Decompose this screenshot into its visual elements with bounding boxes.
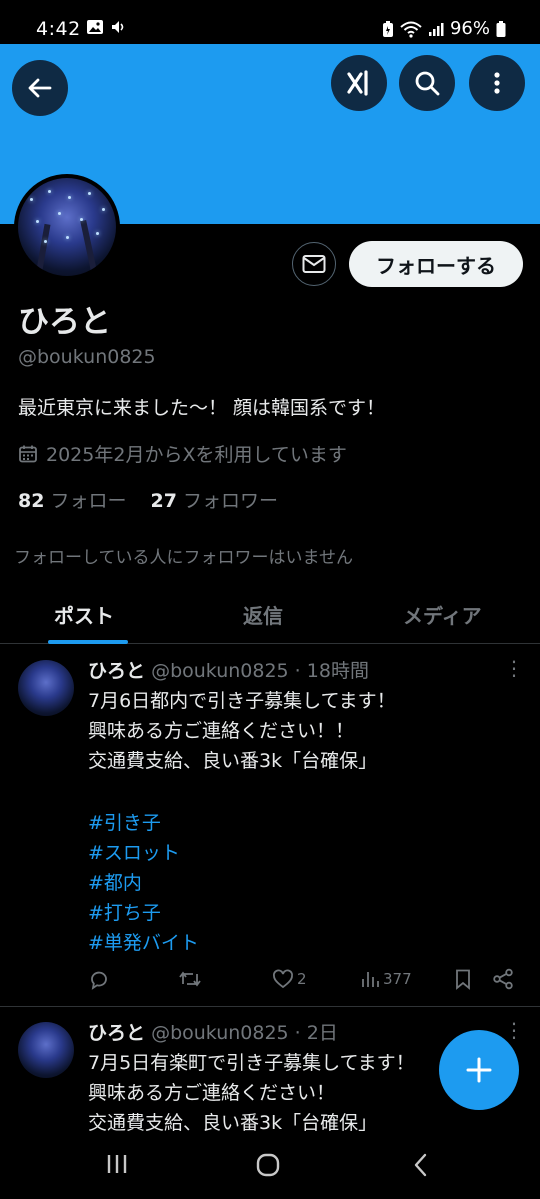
post-text-line: 7月5日有楽町で引き子募集してます！	[88, 1052, 415, 1074]
post-meta: @boukun0825 · 18時間	[151, 660, 369, 682]
grok-icon	[347, 70, 368, 96]
post-avatar[interactable]	[18, 1022, 74, 1078]
home-button[interactable]	[255, 1152, 281, 1182]
plus-icon	[466, 1057, 492, 1083]
tab-replies[interactable]: 返信	[243, 600, 283, 629]
system-nav-bar	[0, 1134, 540, 1199]
tab-media[interactable]: メディア	[403, 600, 482, 629]
battery-saver-icon	[382, 20, 393, 37]
avatar-image	[18, 178, 116, 276]
home-icon	[256, 1153, 280, 1177]
back-button[interactable]	[12, 60, 68, 116]
bookmark-icon	[456, 969, 470, 990]
display-name: ひろと	[18, 304, 111, 340]
hashtag-link[interactable]: #打ち子	[88, 898, 161, 925]
post-text-line: 興味ある方ご連絡ください！	[88, 1082, 336, 1104]
more-vertical-icon	[494, 72, 500, 94]
views-icon	[362, 972, 379, 987]
joined-date: 2025年2月からXを利用しています	[18, 440, 347, 467]
followers-link[interactable]: 27 フォロワー	[151, 486, 279, 513]
views-count: 377	[383, 970, 412, 988]
gallery-icon	[87, 20, 103, 34]
followers-label: フォロワー	[183, 490, 279, 512]
chevron-left-icon	[414, 1153, 427, 1177]
profile-tabs: ポスト 返信 メディア	[0, 590, 540, 644]
post-divider	[0, 1006, 540, 1007]
post-more-button[interactable]: ⋮	[504, 656, 524, 680]
active-tab-indicator	[48, 640, 128, 644]
post-author-name: ひろと	[88, 660, 146, 682]
reply-button[interactable]	[88, 968, 110, 990]
post-text-line: 興味ある方ご連絡ください！！	[88, 720, 355, 742]
following-count: 82	[18, 490, 45, 512]
more-options-button[interactable]	[469, 55, 525, 111]
user-handle: @boukun0825	[18, 346, 156, 368]
post-more-button[interactable]: ⋮	[504, 1018, 524, 1042]
back-arrow-icon	[28, 78, 52, 98]
post-action-bar: 2 377	[0, 968, 540, 998]
hashtag-link[interactable]: #都内	[88, 868, 142, 895]
joined-date-text: 2025年2月からXを利用しています	[46, 444, 347, 466]
bookmark-button[interactable]	[453, 968, 473, 990]
compose-post-button[interactable]	[439, 1030, 519, 1110]
following-link[interactable]: 82 フォロー	[18, 486, 127, 513]
battery-icon	[496, 20, 506, 37]
post-avatar[interactable]	[18, 660, 74, 716]
recent-apps-icon	[107, 1155, 127, 1173]
status-icons-left	[86, 18, 128, 36]
status-bar: 4:42 96%	[0, 0, 540, 44]
repost-icon	[179, 971, 201, 987]
post-header: ひろと @boukun0825 · 18時間	[88, 656, 369, 683]
tab-posts[interactable]: ポスト	[54, 600, 114, 629]
like-button[interactable]: 2	[272, 968, 307, 990]
status-time: 4:42	[36, 18, 81, 40]
post-text-line: 交通費支給、良い番3k「台確保」	[88, 750, 378, 772]
hashtag-link[interactable]: #引き子	[88, 808, 161, 835]
post-author-name: ひろと	[88, 1022, 146, 1044]
message-button[interactable]	[292, 242, 336, 286]
reply-icon	[91, 971, 107, 990]
battery-percent: 96%	[449, 18, 490, 39]
calendar-icon	[19, 445, 37, 462]
follow-counts: 82 フォロー 27 フォロワー	[18, 486, 278, 513]
recent-apps-button[interactable]	[105, 1152, 129, 1180]
mail-icon	[302, 255, 326, 273]
system-back-button[interactable]	[410, 1152, 432, 1182]
post-text-line: 交通費支給、良い番3k「台確保」	[88, 1112, 378, 1134]
follow-button[interactable]: フォローする	[349, 241, 523, 287]
views-button[interactable]: 377	[360, 968, 412, 990]
signal-icon	[428, 22, 444, 36]
wifi-icon	[400, 21, 422, 38]
hashtag-link[interactable]: #スロット	[88, 838, 180, 865]
search-icon	[415, 71, 440, 96]
profile-avatar[interactable]	[14, 174, 120, 280]
followers-count: 27	[150, 490, 177, 512]
post-header: ひろと @boukun0825 · 2日	[88, 1018, 338, 1045]
post-text-line: 7月6日都内で引き子募集してます！	[88, 690, 396, 712]
grok-button[interactable]	[331, 55, 387, 111]
share-icon	[493, 968, 513, 990]
following-label: フォロー	[50, 490, 127, 512]
status-icons-right: 96%	[382, 18, 506, 39]
profile-bio: 最近東京に来ました〜！ 顔は韓国系です！	[18, 397, 386, 419]
no-mutual-followers: フォローしている人にフォロワーはいません	[14, 548, 353, 568]
like-count: 2	[297, 970, 307, 988]
hashtag-link[interactable]: #単発バイト	[88, 928, 199, 955]
share-button[interactable]	[492, 968, 514, 990]
post-meta: @boukun0825 · 2日	[151, 1022, 338, 1044]
speaker-icon	[112, 21, 124, 33]
repost-button[interactable]	[178, 968, 202, 990]
search-button[interactable]	[399, 55, 455, 111]
heart-icon	[273, 969, 293, 989]
